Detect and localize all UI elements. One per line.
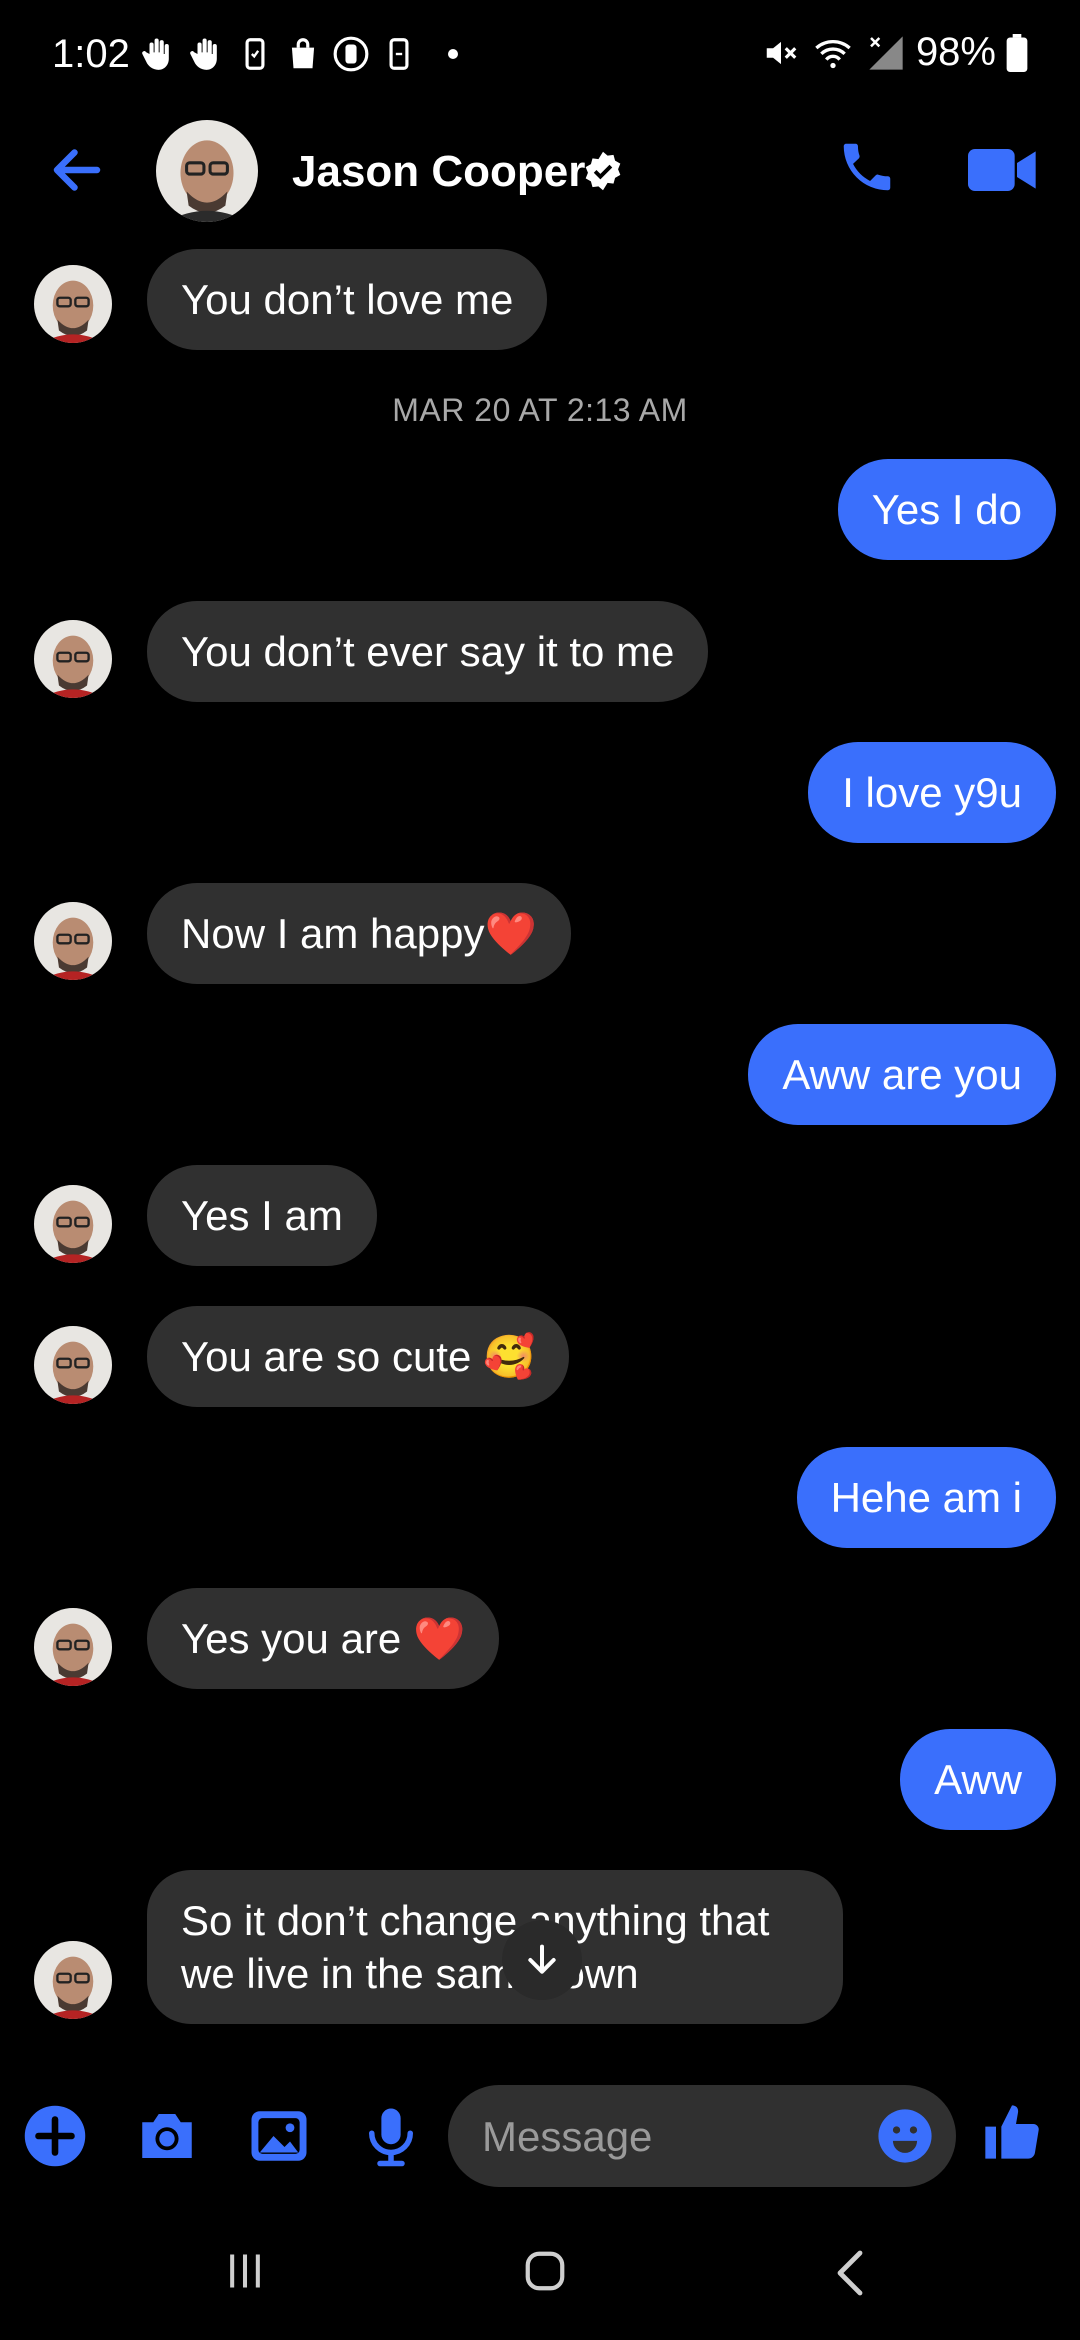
gallery-icon[interactable]: [246, 2103, 312, 2169]
status-bar: 1:02 98%: [0, 0, 1080, 110]
mute-icon: [766, 41, 797, 64]
outgoing-message[interactable]: Aww are you: [748, 1024, 1056, 1125]
emoji-icon[interactable]: [876, 2107, 934, 2165]
camera-icon[interactable]: [134, 2103, 200, 2169]
battery-icon: [1006, 33, 1028, 72]
incoming-message[interactable]: You don’t ever say it to me: [147, 601, 709, 702]
phone-device-icon: [245, 38, 265, 70]
scroll-to-bottom-button[interactable]: [502, 1920, 582, 2000]
incoming-message[interactable]: You are so cute 🥰: [147, 1306, 570, 1407]
recents-icon[interactable]: [222, 2249, 268, 2293]
message-input[interactable]: Message: [448, 2085, 956, 2187]
sender-avatar[interactable]: [34, 620, 112, 698]
outgoing-message[interactable]: Aww: [900, 1729, 1056, 1830]
conversation-header: Jason Cooper: [0, 110, 1080, 235]
incoming-message[interactable]: So it don’t change anything that we live…: [147, 1870, 843, 2024]
outgoing-message[interactable]: I love y9u: [808, 742, 1056, 843]
signal-icon: [869, 35, 903, 70]
system-status: 98%: [762, 30, 1028, 75]
plus-icon[interactable]: [22, 2103, 88, 2169]
phone-icon[interactable]: [836, 136, 898, 198]
battery-percent: 98%: [915, 30, 996, 74]
sender-avatar[interactable]: [34, 902, 112, 980]
thumbs-up-icon[interactable]: [980, 2097, 1044, 2167]
phone-device-icon: [389, 38, 409, 70]
hand-icon: [190, 38, 217, 70]
sender-avatar[interactable]: [34, 1185, 112, 1263]
notification-icons: [140, 34, 458, 74]
message-thread[interactable]: You don’t love me MAR 20 AT 2:13 AM Yes …: [0, 235, 1080, 2035]
incoming-message[interactable]: You don’t love me: [147, 249, 548, 350]
hand-icon: [142, 38, 169, 70]
incoming-message[interactable]: Yes you are ❤️: [147, 1588, 500, 1689]
microphone-icon[interactable]: [358, 2103, 424, 2169]
home-icon[interactable]: [522, 2247, 568, 2295]
status-time: 1:02: [52, 32, 130, 76]
sender-avatar[interactable]: [34, 265, 112, 343]
wifi-icon: [815, 39, 851, 68]
contact-name[interactable]: Jason Cooper: [292, 147, 585, 197]
contact-avatar[interactable]: [156, 120, 258, 222]
outgoing-message[interactable]: Yes I do: [837, 459, 1056, 560]
video-camera-icon[interactable]: [968, 146, 1038, 194]
incoming-message[interactable]: Yes I am: [147, 1165, 377, 1266]
sender-avatar[interactable]: [34, 1941, 112, 2019]
arrow-down-icon: [528, 1944, 556, 1974]
back-arrow-icon[interactable]: [44, 140, 110, 200]
sender-avatar[interactable]: [34, 1608, 112, 1686]
incoming-message[interactable]: Now I am happy❤️: [147, 883, 571, 984]
outgoing-message[interactable]: Hehe am i: [796, 1447, 1056, 1548]
message-composer: Message: [0, 2075, 1080, 2205]
back-icon[interactable]: [834, 2249, 866, 2297]
more-notifications-dot: [448, 49, 458, 59]
message-placeholder: Message: [482, 2113, 653, 2160]
shopping-bag-icon: [291, 38, 315, 69]
watch-icon: [333, 36, 369, 72]
system-nav-bar: [0, 2205, 1080, 2340]
sender-avatar[interactable]: [34, 1326, 112, 1404]
verified-icon: [585, 151, 621, 191]
timestamp: MAR 20 AT 2:13 AM: [392, 392, 688, 428]
